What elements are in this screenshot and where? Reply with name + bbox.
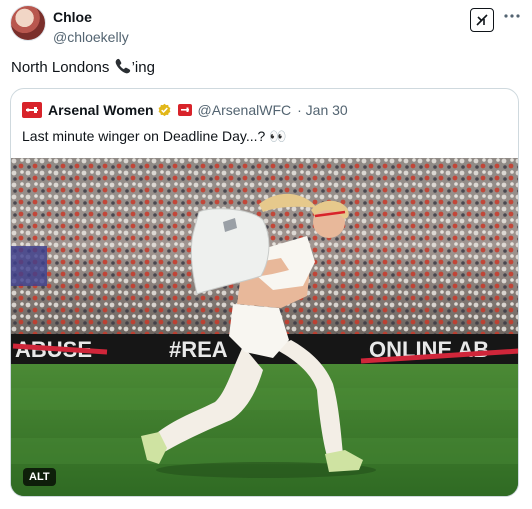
- verified-badge-icon: [157, 103, 172, 118]
- ad-board-center: #REA: [169, 337, 228, 362]
- affiliate-badge-icon: [177, 104, 192, 116]
- quoted-tweet-photo[interactable]: ABUSE #REA ONLINE AB: [11, 158, 518, 496]
- quoted-author-handle[interactable]: @ArsenalWFC: [198, 102, 292, 118]
- tweet-text-before: North Londons: [11, 59, 114, 76]
- grok-glyph: [476, 14, 488, 26]
- quoted-author-name[interactable]: Arsenal Women: [48, 102, 154, 118]
- arsenal-crest-icon[interactable]: [22, 102, 42, 118]
- quoted-tweet-text: Last minute winger on Deadline Day...? 👀: [22, 128, 287, 144]
- more-options-icon[interactable]: [503, 8, 521, 28]
- grok-icon[interactable]: [470, 8, 494, 32]
- tweet-author[interactable]: Chloe @chloekelly: [53, 8, 129, 46]
- tweet-text: North Londons ’ing: [11, 57, 155, 81]
- author-name[interactable]: Chloe: [53, 8, 129, 26]
- author-handle[interactable]: @chloekelly: [53, 28, 129, 46]
- tweet-text-after: ’ing: [131, 59, 155, 76]
- author-avatar[interactable]: [10, 5, 46, 41]
- telephone-receiver-icon: [114, 57, 132, 81]
- quoted-tweet-header: Arsenal Women @ArsenalWFC · Jan 30: [22, 101, 348, 119]
- football-celebration-photo: ABUSE #REA ONLINE AB: [11, 158, 518, 496]
- quoted-date[interactable]: · Jan 30: [297, 102, 348, 118]
- alt-text-button[interactable]: ALT: [23, 468, 56, 486]
- ellipsis-glyph: [504, 14, 520, 18]
- quoted-tweet-card[interactable]: Arsenal Women @ArsenalWFC · Jan 30 Last …: [10, 88, 519, 497]
